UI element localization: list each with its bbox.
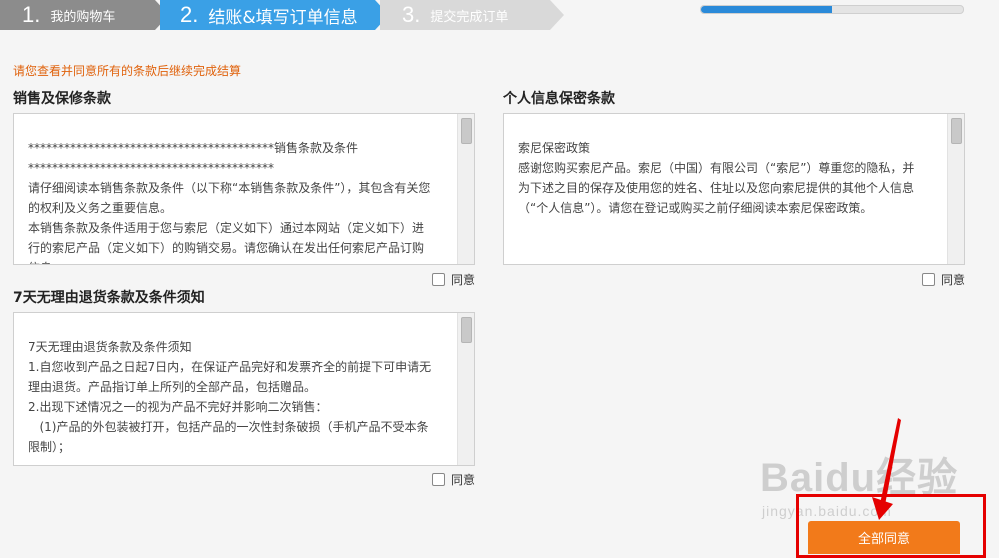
annotation-arrow-icon — [872, 418, 901, 520]
